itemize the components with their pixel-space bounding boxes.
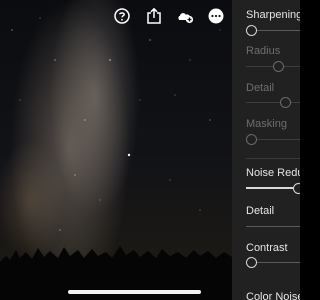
sharpening-detail-slider-track[interactable] — [246, 102, 300, 103]
sharpening-detail-label: Detail — [246, 82, 275, 94]
noise-detail-label: Detail — [246, 205, 275, 217]
masking-slider-thumb[interactable] — [245, 133, 257, 145]
help-icon[interactable] — [113, 7, 131, 25]
night-sky-photo — [0, 17, 232, 300]
more-icon[interactable] — [207, 7, 225, 25]
sharpening-label: Sharpening — [246, 9, 300, 21]
color-noise-label: Color Noise R — [246, 291, 300, 300]
noise-reduction-label: Noise Reduct — [246, 167, 300, 179]
noise-detail-slider-track — [246, 226, 300, 227]
home-indicator[interactable] — [68, 290, 201, 294]
share-icon[interactable] — [145, 7, 163, 25]
masking-label: Masking — [246, 118, 287, 130]
cloud-sync-icon[interactable] — [176, 7, 194, 25]
photo-canvas[interactable] — [0, 0, 232, 300]
section-divider — [246, 158, 300, 159]
radius-slider-thumb[interactable] — [272, 60, 284, 72]
detail-panel: Sharpening Radius Detail Masking Noise R… — [232, 0, 300, 300]
radius-label: Radius — [246, 45, 281, 57]
noise-reduction-slider-fill — [246, 187, 298, 189]
contrast-label: Contrast — [246, 242, 288, 254]
noise-reduction-slider-thumb[interactable] — [292, 182, 300, 194]
contrast-slider-thumb[interactable] — [245, 256, 257, 268]
sharpening-detail-slider-thumb[interactable] — [279, 96, 291, 108]
sharpening-slider-thumb[interactable] — [245, 24, 257, 36]
